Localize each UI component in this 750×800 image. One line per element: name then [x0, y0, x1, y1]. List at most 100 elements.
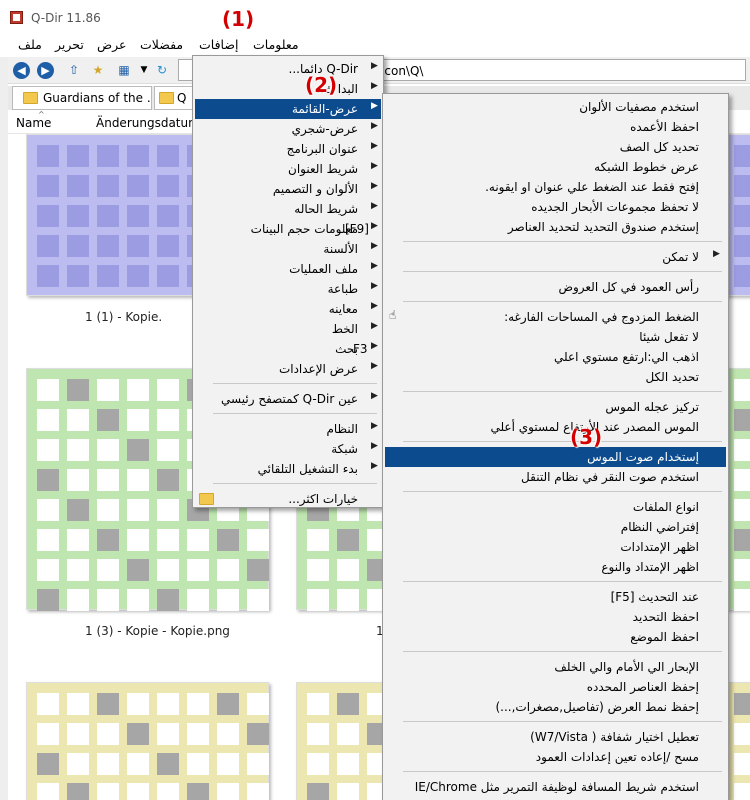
menu2-item[interactable]: تحديد كل الصف	[385, 137, 726, 157]
menu-separator	[213, 413, 377, 414]
thumbnail-pixel	[97, 409, 119, 431]
forward-icon[interactable]: ▶	[37, 62, 54, 79]
menu2-item-label: اذهب الي:ارتفع مستوي اعلي	[553, 350, 699, 364]
menu2-item-label: إحفظ العناصر المحدده	[586, 680, 699, 694]
menu1-item[interactable]: عين Q-Dir كمتصفح رئيسي ▶	[195, 389, 381, 409]
menu2-item[interactable]: الضغط المزدوج في المساحات الفارغه: ☝	[385, 307, 726, 327]
tab-q[interactable]: Q	[154, 86, 194, 110]
menu1-item[interactable]: عرض الإعدادات ▶	[195, 359, 381, 379]
menu2-item[interactable]: عرض خطوط الشبكه	[385, 157, 726, 177]
thumbnail-pixel	[67, 723, 89, 745]
menu2-item[interactable]: اظهر الإمتدادات	[385, 537, 726, 557]
menu2-item[interactable]: استخدم مصفيات الألوان	[385, 97, 726, 117]
menu2-item[interactable]: احفظ الموضع	[385, 627, 726, 647]
menu2-item[interactable]: استخدم شريط المسافة لوظيفة التمرير مثل I…	[385, 777, 726, 797]
menu1-item[interactable]: خيارات اكثر...	[195, 489, 381, 509]
thumbnail-pixel	[734, 693, 750, 715]
menu1-item[interactable]: النظام ▶	[195, 419, 381, 439]
menu2-item[interactable]: اظهر الإمتداد والنوع	[385, 557, 726, 577]
thumbnail-pixel	[127, 589, 149, 611]
menu1-item[interactable]: شريط الحاله ▶	[195, 199, 381, 219]
menu1-item[interactable]: بدء التشغيل التلقائي ▶	[195, 459, 381, 479]
thumbnail-pixel	[217, 783, 239, 800]
submenu-arrow-icon: ▶	[371, 181, 378, 191]
menu1-item[interactable]: شريط العنوان ▶	[195, 159, 381, 179]
thumbnail-pixel	[127, 693, 149, 715]
menu1-item[interactable]: الألوان و التصميم ▶	[195, 179, 381, 199]
view-grid-icon[interactable]: ▦	[115, 62, 133, 79]
menu-edit[interactable]: تحرير	[55, 37, 84, 52]
thumbnail[interactable]	[26, 682, 269, 800]
menu1-item[interactable]: Q-Dir دائما... ▶	[195, 59, 381, 79]
menu1-item[interactable]: معاينه ▶	[195, 299, 381, 319]
column-date[interactable]: Änderungsdatum	[96, 116, 200, 130]
menu1-item[interactable]: طباعة ▶	[195, 279, 381, 299]
thumbnail-pixel	[97, 379, 119, 401]
new-folder-icon[interactable]: ★	[89, 62, 107, 79]
menu1-item[interactable]: الألسنة ▶	[195, 239, 381, 259]
menu1-item-label: معلومات حجم البينات	[250, 222, 358, 236]
thumbnail-pixel	[127, 265, 149, 287]
menu-view[interactable]: عرض	[97, 37, 126, 52]
menu2-item-label: تحديد كل الصف	[619, 140, 699, 154]
menu2-item[interactable]: إستخدام صوت الموس	[385, 447, 726, 467]
tab-label: Guardians of the ...	[43, 91, 152, 105]
menu2-item-label: اظهر الإمتداد والنوع	[601, 560, 699, 574]
submenu-arrow-icon: ▶	[371, 81, 378, 91]
thumbnail-label[interactable]: 1 (1) - Kopie.	[85, 310, 162, 324]
menu2-item[interactable]: إفتح فقط عند الضغط علي عنوان او ايقونه.	[385, 177, 726, 197]
menu1-item[interactable]: الخط ▶	[195, 319, 381, 339]
thumbnail-pixel	[734, 589, 750, 611]
menu-favorites[interactable]: مفضلات	[140, 37, 183, 52]
menu2-item[interactable]: الموس المصدر عند الأرتفاع لمستوي أعلي	[385, 417, 726, 437]
up-folder-icon[interactable]: ⇧	[65, 62, 83, 79]
thumbnail[interactable]	[296, 682, 396, 800]
thumbnail-pixel	[127, 379, 149, 401]
menu1-item[interactable]: شبكة ▶	[195, 439, 381, 459]
menu1-item[interactable]: عرض-شجري ▶	[195, 119, 381, 139]
menu2-item[interactable]: انواع الملفات	[385, 497, 726, 517]
menu1-item[interactable]: البدا ك.. ▶	[195, 79, 381, 99]
menu2-item[interactable]: الإبحار الي الأمام والي الخلف	[385, 657, 726, 677]
refresh-icon[interactable]: ↻	[153, 62, 171, 79]
column-name[interactable]: Name	[16, 116, 51, 130]
menu2-item[interactable]: احفظ التحديد	[385, 607, 726, 627]
thumbnail-pixel	[37, 723, 59, 745]
submenu-arrow-icon: ▶	[371, 221, 378, 231]
menu2-item[interactable]: لا تمكن ▶	[385, 247, 726, 267]
menu2-item-label: إفتح فقط عند الضغط علي عنوان او ايقونه.	[485, 180, 699, 194]
menu2-item[interactable]: إستخدم صندوق التحديد لتحديد العناصر	[385, 217, 726, 237]
thumbnail-pixel	[97, 693, 119, 715]
menu1-item[interactable]: بحث F3 ▶	[195, 339, 381, 359]
folder-icon	[199, 493, 214, 505]
menu2-item[interactable]: تحديد الكل	[385, 367, 726, 387]
menu2-item[interactable]: اذهب الي:ارتفع مستوي اعلي	[385, 347, 726, 367]
menu2-item[interactable]: تركيز عجله الموس	[385, 397, 726, 417]
tab-guardians[interactable]: Guardians of the ...	[12, 86, 152, 110]
menu2-item[interactable]: إحفظ العناصر المحدده	[385, 677, 726, 697]
thumbnail-pixel	[67, 265, 89, 287]
menu1-item[interactable]: ملف العمليات ▶	[195, 259, 381, 279]
menu1-item[interactable]: معلومات حجم البينات [F9] ▶	[195, 219, 381, 239]
thumbnail-label[interactable]: 1 (3) - Kopie - Kopie.png	[85, 624, 230, 638]
menu1-item[interactable]: عرض-القائمة ▶	[195, 99, 381, 119]
thumbnail-pixel	[157, 693, 179, 715]
menu2-item[interactable]: لا تحفظ مجموعات الأبحار الجديده	[385, 197, 726, 217]
menu2-item[interactable]: مسح /إعاده تعين إعدادات العمود	[385, 747, 726, 767]
menu-info[interactable]: معلومات	[253, 37, 299, 52]
menu-extras[interactable]: إضافات	[199, 37, 238, 52]
view-dropdown-icon[interactable]: ▼	[135, 62, 153, 79]
menu2-item[interactable]: عند التحديث [F5]	[385, 587, 726, 607]
back-icon[interactable]: ◀	[13, 62, 30, 79]
menu2-item[interactable]: إحفظ نمط العرض (تفاصيل,مصغرات,...)	[385, 697, 726, 717]
thumbnail-pixel	[97, 265, 119, 287]
menu2-item[interactable]: لا تفعل شيئا	[385, 327, 726, 347]
menu-file[interactable]: ملف	[18, 37, 42, 52]
thumbnail-pixel	[97, 175, 119, 197]
menu2-item[interactable]: إفتراضي النظام	[385, 517, 726, 537]
menu2-item[interactable]: احفظ الأعمده	[385, 117, 726, 137]
menu1-item[interactable]: عنوان البرنامج ▶	[195, 139, 381, 159]
menu2-item[interactable]: تعطيل اختيار شفافة ( W7/Vista)	[385, 727, 726, 747]
menu2-item[interactable]: رأس العمود في كل العروض	[385, 277, 726, 297]
menu2-item[interactable]: استخدم صوت النقر في نظام التنقل	[385, 467, 726, 487]
